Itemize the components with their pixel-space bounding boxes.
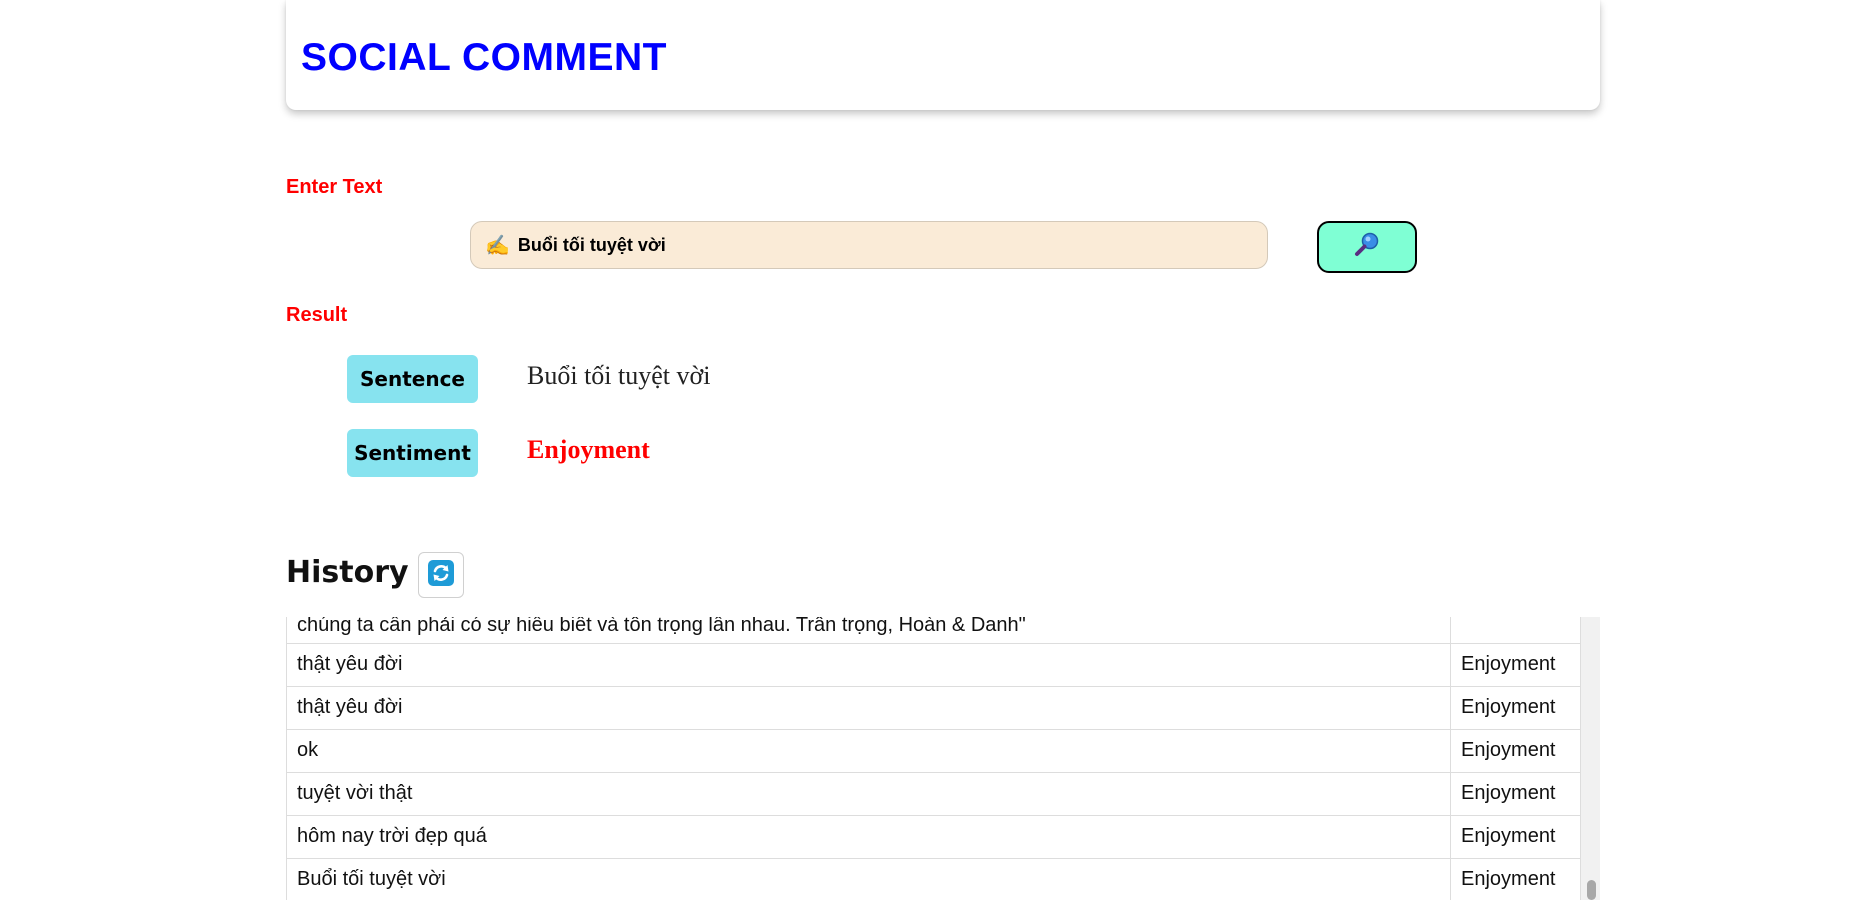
history-text-cell: ok [286, 729, 1451, 773]
result-label: Result [286, 304, 348, 326]
history-text-cell: tuyệt vời thật [286, 772, 1451, 816]
history-sentiment-cell: Enjoyment [1450, 815, 1581, 859]
text-input[interactable] [515, 233, 1240, 257]
search-button[interactable] [1317, 221, 1417, 273]
history-sentiment-cell: Enjoyment [1450, 858, 1581, 900]
app-title: SOCIAL COMMENT [301, 36, 667, 79]
table-row: thật yêu đời Enjoyment [286, 686, 1581, 730]
history-sentiment-cell: Enjoyment [1450, 686, 1581, 730]
history-sentiment-cell: Enjoyment [1450, 729, 1581, 773]
history-sentiment-cell: Enjoyment [1450, 772, 1581, 816]
text-input-wrapper[interactable]: ✍ [470, 221, 1268, 269]
sentence-value: Buổi tối tuyệt vời [527, 361, 711, 390]
sentence-badge: Sentence [347, 355, 478, 403]
refresh-icon [427, 559, 455, 592]
table-row: Buổi tối tuyệt vời Enjoyment [286, 858, 1581, 900]
table-row: hôm nay trời đẹp quá Enjoyment [286, 815, 1581, 859]
sentiment-value: Enjoyment [527, 435, 650, 464]
header-card: SOCIAL COMMENT [286, 0, 1600, 110]
history-text-cell: thật yêu đời [286, 686, 1451, 730]
writing-hand-icon: ✍ [485, 234, 510, 257]
sentiment-badge: Sentiment [347, 429, 478, 477]
history-scrollbar[interactable] [1581, 617, 1600, 900]
history-text-cell: hôm nay trời đẹp quá [286, 815, 1451, 859]
table-row: tuyệt vời thật Enjoyment [286, 772, 1581, 816]
table-row: ok Enjoyment [286, 729, 1581, 773]
history-text-cell: thật yêu đời [286, 643, 1451, 687]
history-sentiment-cell: Enjoyment [1450, 643, 1581, 687]
history-text-cell: chúng ta cần phải có sự hiểu biết và tôn… [286, 617, 1451, 644]
table-row: thật yêu đời Enjoyment [286, 643, 1581, 687]
enter-text-label: Enter Text [286, 176, 383, 198]
refresh-button[interactable] [418, 552, 464, 598]
scrollbar-thumb[interactable] [1587, 880, 1596, 900]
history-table-viewport[interactable]: chúng ta cần phải có sự hiểu biết và tôn… [286, 617, 1600, 900]
history-sentiment-cell [1450, 617, 1581, 644]
table-row: chúng ta cần phải có sự hiểu biết và tôn… [286, 617, 1581, 644]
history-text-cell: Buổi tối tuyệt vời [286, 858, 1451, 900]
history-title: History [286, 555, 409, 590]
magnifying-glass-icon [1352, 230, 1382, 265]
history-table: chúng ta cần phải có sự hiểu biết và tôn… [286, 617, 1581, 900]
